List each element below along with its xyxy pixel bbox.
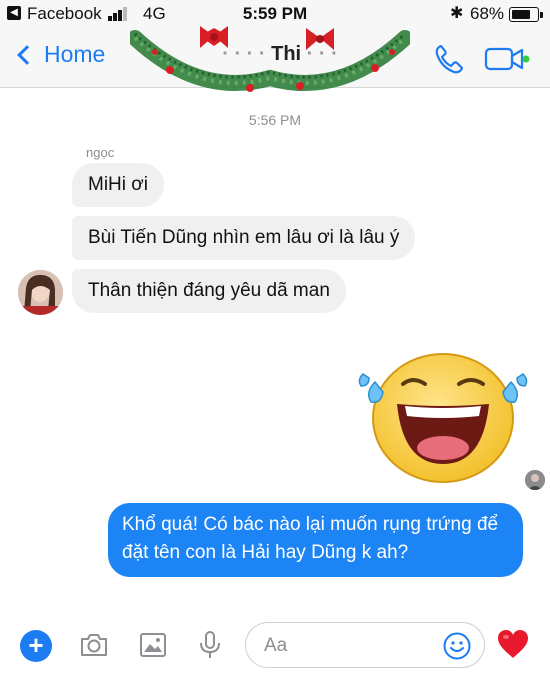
back-label: Home — [44, 41, 106, 67]
incoming-message[interactable]: MiHi ơi — [72, 163, 164, 207]
home-back-button[interactable]: Home — [14, 41, 105, 68]
back-chevron-icon — [17, 44, 37, 65]
incoming-message[interactable]: Thân thiện đáng yêu dã man — [72, 269, 346, 313]
message-input-box[interactable] — [245, 622, 485, 668]
battery-percentage: 68% — [470, 4, 505, 23]
plus-icon[interactable]: + — [20, 630, 52, 662]
battery-icon — [509, 7, 543, 22]
video-call-icon[interactable] — [484, 44, 530, 74]
laughing-emoji-sticker[interactable] — [355, 346, 535, 486]
sender-name: ngọc — [86, 145, 115, 160]
phone-icon[interactable] — [432, 42, 466, 76]
camera-icon[interactable] — [78, 629, 110, 661]
christmas-garland-decoration — [130, 26, 410, 92]
emoji-icon[interactable] — [442, 631, 472, 661]
gallery-icon[interactable] — [137, 629, 169, 661]
sender-avatar[interactable] — [18, 270, 63, 315]
incoming-message[interactable]: Bùi Tiến Dũng nhìn em lâu ơi là lâu ý — [72, 216, 416, 260]
message-composer: + — [0, 610, 550, 677]
message-input[interactable] — [264, 633, 424, 659]
read-receipt-avatar — [525, 470, 545, 490]
outgoing-message[interactable]: Khổ quá! Có bác nào lại muốn rụng trứng … — [108, 503, 523, 577]
heart-icon[interactable] — [496, 628, 530, 660]
message-timestamp: 5:56 PM — [248, 112, 302, 128]
bluetooth-icon: ✱ — [450, 5, 464, 22]
microphone-icon[interactable] — [194, 629, 226, 661]
